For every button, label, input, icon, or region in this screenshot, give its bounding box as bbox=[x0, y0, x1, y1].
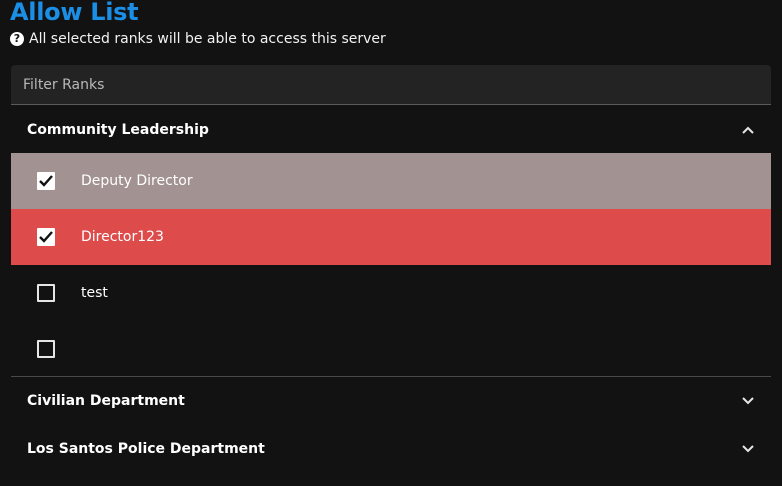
rank-row-unnamed[interactable] bbox=[11, 321, 771, 377]
rank-label: Director123 bbox=[81, 229, 164, 245]
check-icon bbox=[39, 231, 53, 243]
check-icon bbox=[39, 175, 53, 187]
rank-checkbox[interactable] bbox=[37, 340, 55, 358]
chevron-up-icon[interactable] bbox=[741, 123, 755, 137]
rank-checkbox[interactable] bbox=[37, 172, 55, 190]
rank-label: test bbox=[81, 285, 108, 301]
question-circle-icon[interactable]: ? bbox=[10, 32, 24, 46]
group-header-los-santos-police-department[interactable]: Los Santos Police Department bbox=[11, 425, 771, 473]
subtitle-text: All selected ranks will be able to acces… bbox=[29, 31, 386, 47]
rank-row-deputy-director[interactable]: Deputy Director bbox=[11, 153, 771, 209]
filter-ranks-field[interactable] bbox=[11, 65, 771, 105]
filter-ranks-input[interactable] bbox=[11, 65, 771, 104]
rank-row-test[interactable]: test bbox=[11, 265, 771, 321]
group-title: Los Santos Police Department bbox=[27, 441, 265, 457]
group-header-civilian-department[interactable]: Civilian Department bbox=[11, 377, 771, 425]
group-title: Community Leadership bbox=[27, 122, 209, 138]
chevron-down-icon[interactable] bbox=[741, 394, 755, 408]
group-header-community-leadership[interactable]: Community Leadership bbox=[11, 106, 771, 154]
rank-row-director123[interactable]: Director123 bbox=[11, 209, 771, 265]
chevron-down-icon[interactable] bbox=[741, 442, 755, 456]
group-title: Civilian Department bbox=[27, 393, 185, 409]
page-title: Allow List bbox=[10, 0, 139, 26]
page-subtitle: ? All selected ranks will be able to acc… bbox=[10, 30, 386, 48]
rank-checkbox[interactable] bbox=[37, 228, 55, 246]
rank-checkbox[interactable] bbox=[37, 284, 55, 302]
rank-label: Deputy Director bbox=[81, 173, 193, 189]
